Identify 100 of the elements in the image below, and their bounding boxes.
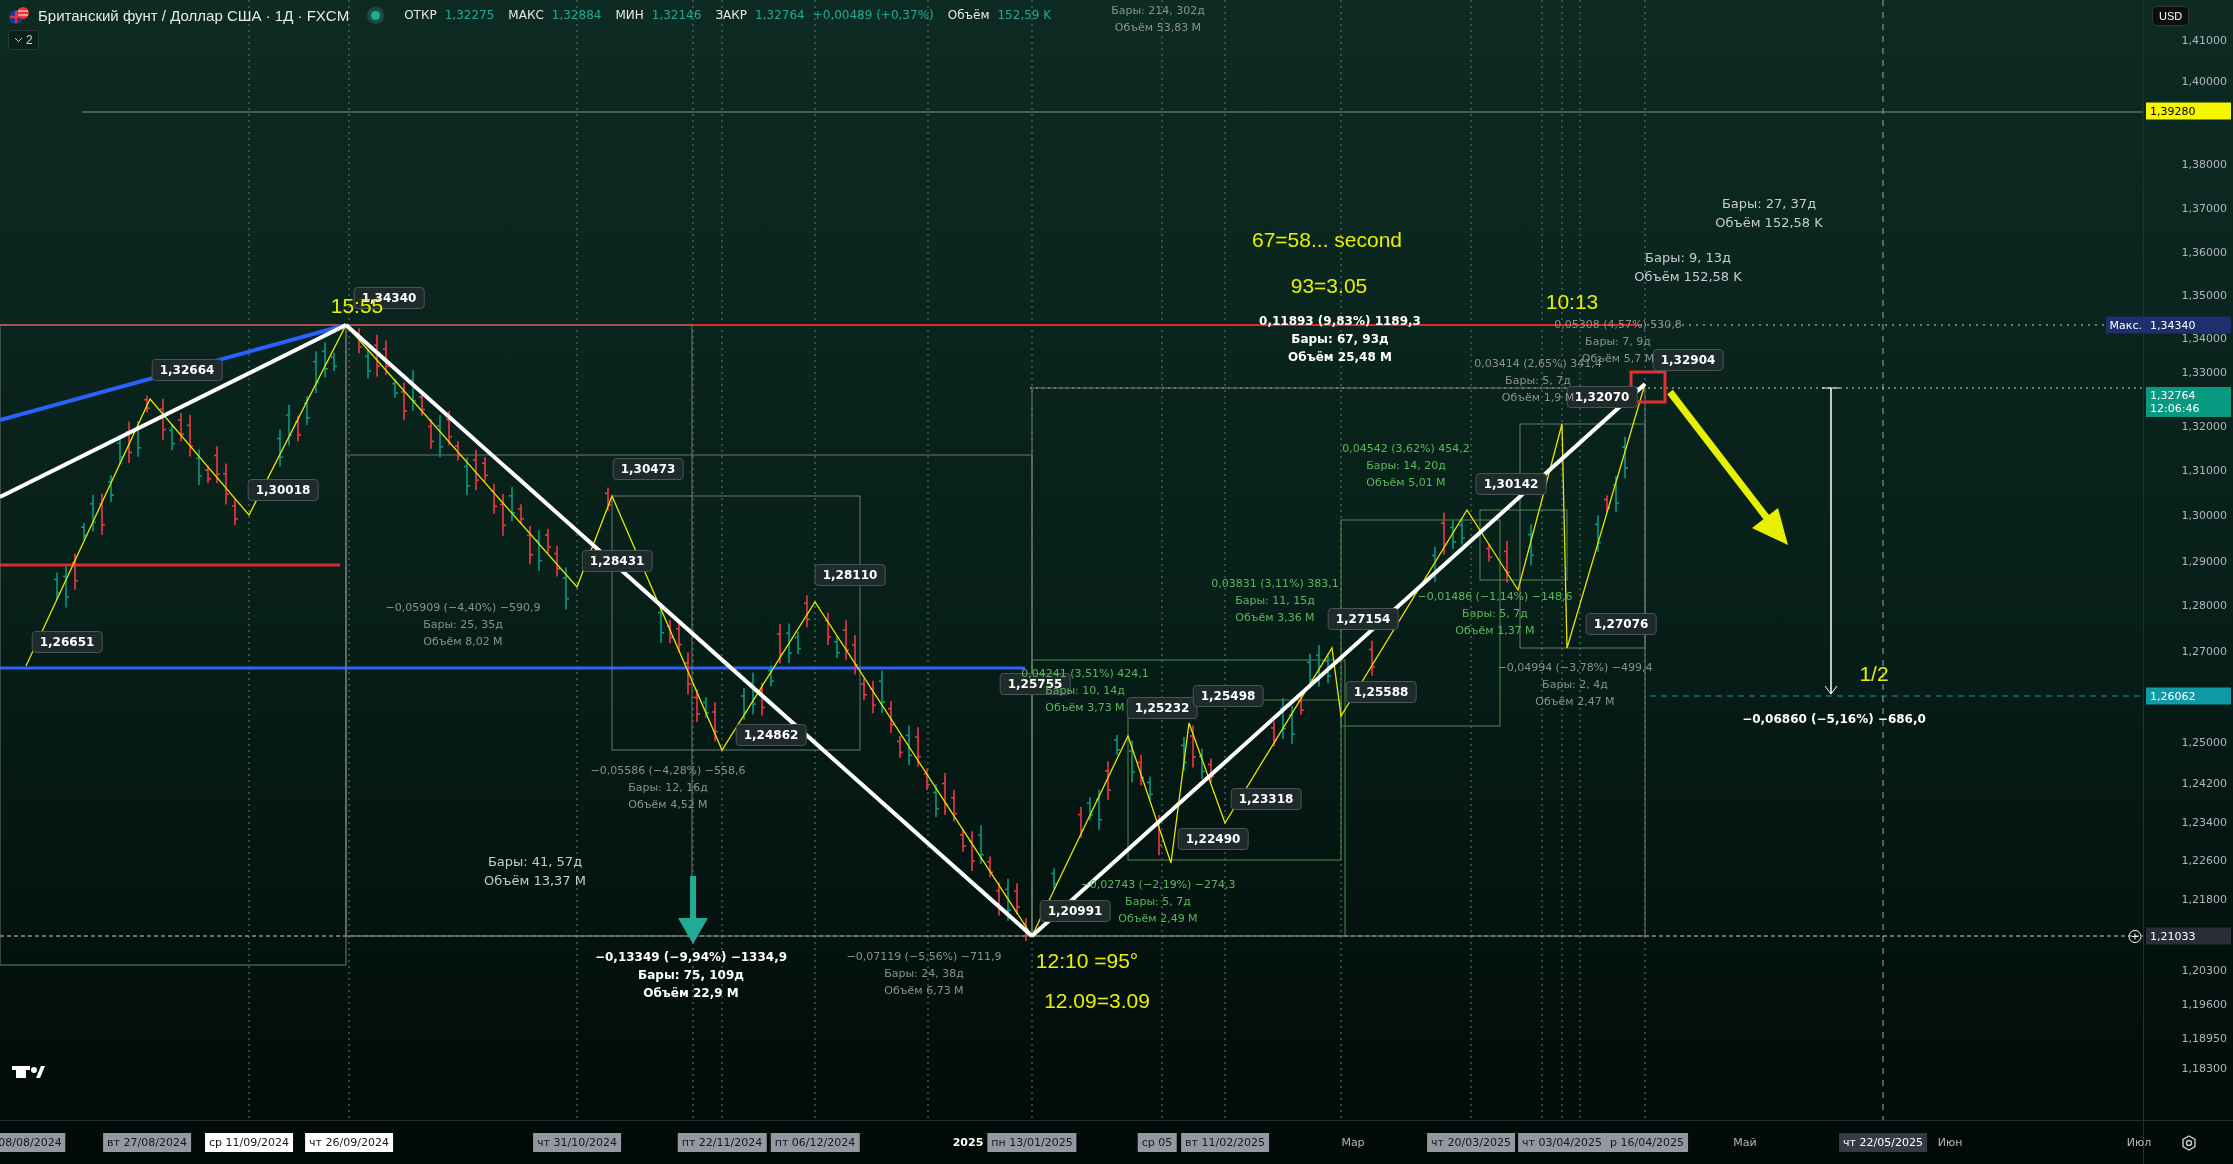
price-callout: 1,32904 (1652, 349, 1724, 371)
quote-label: Объём (947, 8, 990, 22)
chart-note: 0,04241 (3,51%) 424,1 (1021, 667, 1149, 680)
badge-label: Макс. (2105, 316, 2146, 334)
price-callout: 1,30473 (612, 458, 684, 480)
price-callout: 1,27076 (1585, 613, 1657, 635)
quote-value: 152,59 K (997, 8, 1052, 22)
date-label: чт 22/05/2025 (1839, 1133, 1927, 1152)
chart-note: Объём 22,9 M (643, 986, 739, 1000)
quote-label: ЗАКР (715, 8, 748, 22)
chart-note: Бары: 7, 9д (1585, 335, 1651, 348)
price-tick: 1,35000 (2181, 288, 2227, 302)
price-callout: 1,25588 (1345, 681, 1417, 703)
chart-note: Объём 4,52 M (628, 798, 708, 811)
price-tick: 1,40000 (2181, 74, 2227, 88)
price-tick: 1,34000 (2181, 331, 2227, 345)
price-tick: 1,24200 (2181, 776, 2227, 790)
chart-note: Бары: 9, 13д (1645, 250, 1731, 265)
chart-note: −0,05909 (−4,40%) −590,9 (385, 601, 541, 614)
date-label: Май (1732, 1135, 1758, 1151)
chart-note: Объём 1,37 M (1455, 624, 1535, 637)
price-tick: 1,21800 (2181, 892, 2227, 906)
candle (1113, 734, 1121, 756)
date-label: ср 05 (1137, 1133, 1177, 1152)
date-label: Мар (1340, 1135, 1366, 1151)
chart-note: Бары: 27, 37д (1721, 196, 1817, 211)
candle (1368, 640, 1376, 677)
candle (1527, 523, 1535, 567)
price-tick: 1,18300 (2181, 1061, 2227, 1075)
chart-note: Бары: 5, 7д (1462, 607, 1528, 620)
price-tick: 1,36000 (2181, 245, 2227, 259)
chart-note: Бары: 214, 302д (1111, 4, 1205, 17)
chart-note: −0,05586 (−4,28%) −558,6 (590, 764, 746, 777)
quote-value: 1,32884 (551, 8, 602, 22)
chart-note: −0,07119 (−5,56%) −711,9 (846, 950, 1002, 963)
chart-note: Объём 8,02 M (423, 635, 503, 648)
date-label: вт 11/02/2025 (1181, 1133, 1269, 1152)
price-callout: 1,26651 (31, 631, 103, 653)
price-callout: 1,20991 (1039, 900, 1111, 922)
settings-icon[interactable] (2180, 1134, 2197, 1151)
flag-icon (8, 6, 30, 24)
currency-button[interactable]: USD (2152, 6, 2190, 26)
chart-note: Объём 1,9 M (1501, 391, 1575, 404)
chart-note: Объём 13,37 M (484, 873, 586, 888)
price-callout: 1,27154 (1327, 608, 1399, 630)
chart-note: Объём 2,49 M (1118, 912, 1198, 925)
price-callout: 1,30142 (1475, 473, 1547, 495)
price-callout: 1,30018 (247, 479, 319, 501)
chart-note: 0,03831 (3,11%) 383,1 (1211, 577, 1339, 590)
chart-note: 67=58... second (1252, 228, 1402, 252)
chart-note: 93=3.05 (1290, 274, 1368, 298)
date-label: Июл (2125, 1135, 2153, 1151)
price-tick: 1,19600 (2181, 997, 2227, 1011)
chart-note: Бары: 5, 7д (1505, 374, 1571, 387)
price-callout: 1,25232 (1126, 697, 1198, 719)
date-label: чт 20/03/2025 (1427, 1133, 1515, 1152)
candle (1155, 814, 1163, 857)
chart-note: Объём 152,58 K (1634, 269, 1742, 284)
price-badge: 1,39280 (2146, 102, 2231, 120)
price-tick: 1,30000 (2181, 508, 2227, 522)
price-tick: 1,23400 (2181, 815, 2227, 829)
candle (1485, 543, 1493, 563)
date-label: чт 31/10/2024 (533, 1133, 621, 1152)
date-label: чт 03/04/2025 (1518, 1133, 1606, 1152)
date-label: пн 13/01/2025 (987, 1133, 1077, 1152)
chart-note: −0,06860 (−5,16%) −686,0 (1742, 712, 1926, 726)
chart-note: Бары: 5, 7д (1125, 895, 1191, 908)
chart-note: 1/2 (1859, 662, 1889, 686)
date-label: чт 26/09/2024 (305, 1133, 393, 1152)
chevron-icon (14, 37, 23, 43)
price-tick: 1,37000 (2181, 201, 2227, 215)
indicators-toggle[interactable]: 2 (8, 30, 39, 50)
price-tick: 1,32000 (2181, 419, 2227, 433)
price-tick: 1,28000 (2181, 598, 2227, 612)
price-tick: 1,25000 (2181, 735, 2227, 749)
quote-value: 1,32275 (444, 8, 495, 22)
chart-note: 0,04542 (3,62%) 454,2 (1342, 442, 1470, 455)
chart-note: Объём 25,48 M (1288, 350, 1392, 364)
price-callout: 1,24862 (735, 724, 807, 746)
symbol-title[interactable]: Британский фунт / Доллар США · 1Д · FXCM (38, 6, 350, 24)
chart-note: Бары: 11, 15д (1235, 594, 1315, 607)
price-tick: 1,31000 (2181, 463, 2227, 477)
date-label: пт 06/12/2024 (770, 1133, 860, 1152)
date-label: Июн (1936, 1135, 1964, 1151)
chart-note: 12.09=3.09 (1044, 989, 1150, 1013)
price-callout: 1,28110 (814, 564, 886, 586)
date-label: пт 22/11/2024 (677, 1133, 767, 1152)
chart-note: Бары: 75, 109д (638, 968, 744, 982)
price-tick: 1,33000 (2181, 365, 2227, 379)
price-callout: 1,25498 (1192, 685, 1264, 707)
date-label: вт 27/08/2024 (103, 1133, 191, 1152)
quote-value: 1,32146 (651, 8, 702, 22)
chart-note: Бары: 12, 16д (628, 781, 708, 794)
chart-note: Бары: 25, 35д (423, 618, 503, 631)
chart-note: Бары: 24, 38д (884, 967, 964, 980)
candle (1503, 540, 1511, 584)
plus-circle-icon[interactable] (2128, 929, 2142, 943)
chart-note: Объём 6,73 M (884, 984, 964, 997)
price-tick: 1,41000 (2181, 33, 2227, 47)
price-callout: 1,22490 (1177, 828, 1249, 850)
